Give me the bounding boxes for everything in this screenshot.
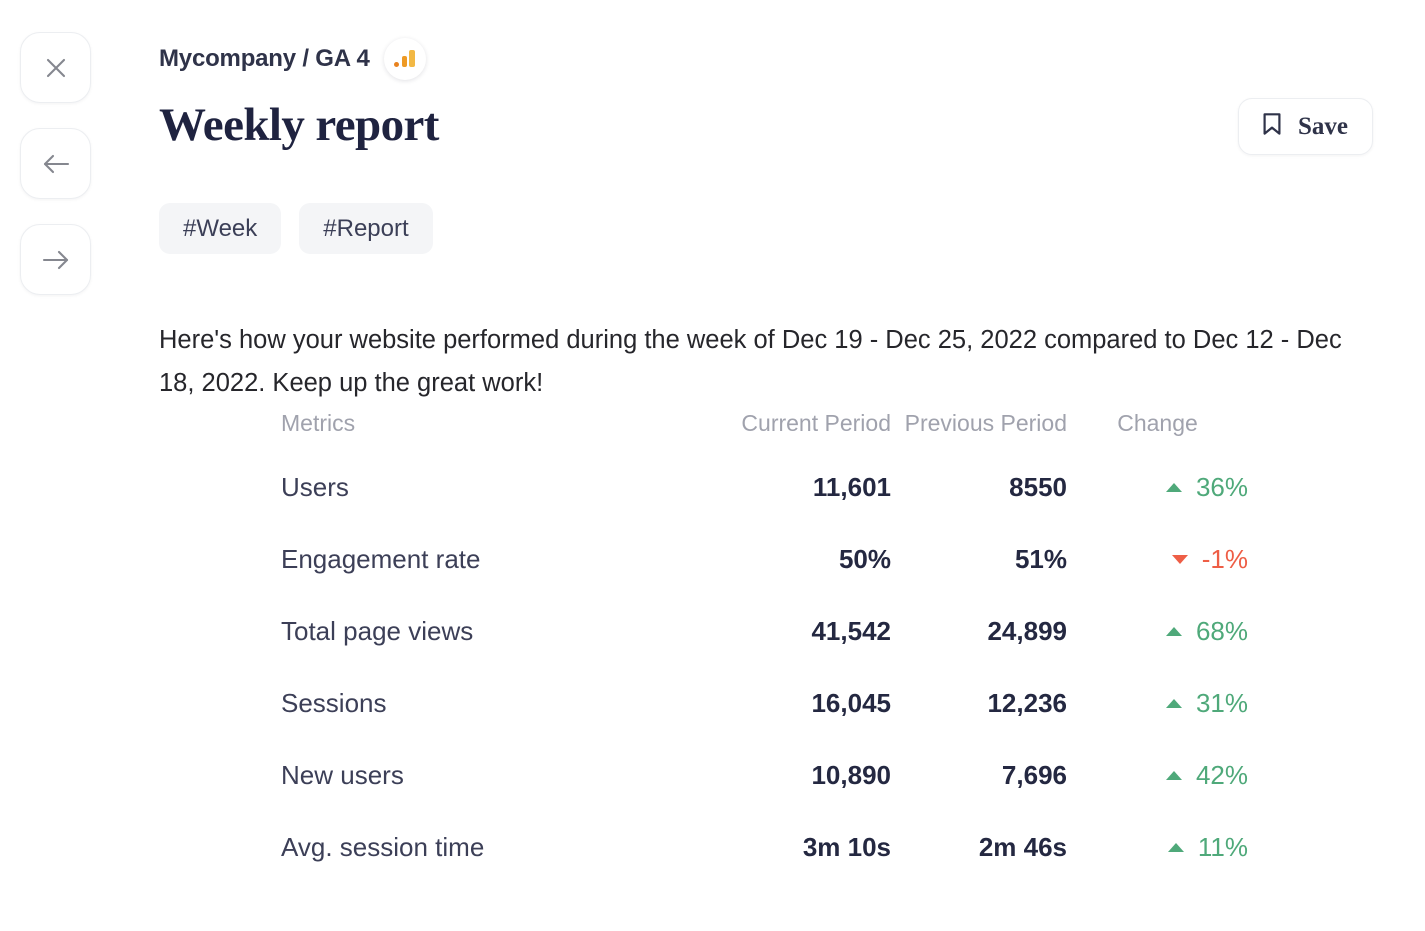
current-value: 11,601 — [711, 452, 891, 524]
trend-down-icon — [1172, 555, 1188, 564]
previous-value: 2m 46s — [891, 812, 1067, 884]
change-cell: -1% — [1067, 524, 1248, 596]
table-row: Avg. session time 3m 10s 2m 46s 11% — [281, 812, 1248, 884]
column-header-previous: Previous Period — [891, 404, 1067, 452]
close-icon — [43, 55, 69, 81]
current-value: 50% — [711, 524, 891, 596]
change-value: 31% — [1196, 688, 1248, 719]
current-value: 16,045 — [711, 668, 891, 740]
close-button[interactable] — [20, 32, 91, 103]
change-cell: 68% — [1067, 596, 1248, 668]
change-value: 36% — [1196, 472, 1248, 503]
table-row: Total page views 41,542 24,899 68% — [281, 596, 1248, 668]
change-value: -1% — [1202, 544, 1248, 575]
metric-label: New users — [281, 740, 711, 812]
page-title: Weekly report — [159, 99, 439, 152]
report-screen: Mycompany / GA 4 Weekly report Save #Wee… — [0, 0, 1425, 931]
table-header-row: Metrics Current Period Previous Period C… — [281, 404, 1248, 452]
trend-up-icon — [1166, 699, 1182, 708]
trend-up-icon — [1166, 627, 1182, 636]
forward-button[interactable] — [20, 224, 91, 295]
metric-label: Total page views — [281, 596, 711, 668]
tag-list: #Week #Report — [159, 203, 433, 254]
column-header-change: Change — [1067, 404, 1248, 452]
change-value: 42% — [1196, 760, 1248, 791]
google-analytics-icon — [384, 38, 426, 80]
back-button[interactable] — [20, 128, 91, 199]
trend-up-icon — [1166, 483, 1182, 492]
save-button-label: Save — [1298, 113, 1348, 141]
bookmark-icon — [1261, 111, 1283, 142]
metric-label: Avg. session time — [281, 812, 711, 884]
breadcrumb-label[interactable]: Mycompany / GA 4 — [159, 45, 370, 73]
change-cell: 11% — [1067, 812, 1248, 884]
trend-up-icon — [1168, 843, 1184, 852]
arrow-right-icon — [41, 247, 71, 273]
previous-value: 12,236 — [891, 668, 1067, 740]
previous-value: 51% — [891, 524, 1067, 596]
save-button[interactable]: Save — [1238, 98, 1373, 155]
change-cell: 42% — [1067, 740, 1248, 812]
arrow-left-icon — [41, 151, 71, 177]
column-header-current: Current Period — [711, 404, 891, 452]
table-row: Engagement rate 50% 51% -1% — [281, 524, 1248, 596]
metric-label: Users — [281, 452, 711, 524]
previous-value: 7,696 — [891, 740, 1067, 812]
change-cell: 36% — [1067, 452, 1248, 524]
tag-report[interactable]: #Report — [299, 203, 432, 254]
navigation-rail — [20, 32, 92, 295]
previous-value: 24,899 — [891, 596, 1067, 668]
previous-value: 8550 — [891, 452, 1067, 524]
current-value: 3m 10s — [711, 812, 891, 884]
ga-bars — [394, 50, 415, 67]
breadcrumb: Mycompany / GA 4 — [159, 38, 426, 80]
metric-label: Engagement rate — [281, 524, 711, 596]
table-row: Sessions 16,045 12,236 31% — [281, 668, 1248, 740]
current-value: 41,542 — [711, 596, 891, 668]
column-header-metrics: Metrics — [281, 404, 711, 452]
change-value: 68% — [1196, 616, 1248, 647]
current-value: 10,890 — [711, 740, 891, 812]
trend-up-icon — [1166, 771, 1182, 780]
intro-paragraph: Here's how your website performed during… — [159, 319, 1359, 405]
table-row: Users 11,601 8550 36% — [281, 452, 1248, 524]
change-value: 11% — [1198, 832, 1248, 863]
change-cell: 31% — [1067, 668, 1248, 740]
metric-label: Sessions — [281, 668, 711, 740]
tag-week[interactable]: #Week — [159, 203, 281, 254]
table-row: New users 10,890 7,696 42% — [281, 740, 1248, 812]
table-body: Users 11,601 8550 36% Engagement rate 50… — [281, 452, 1248, 884]
metrics-table: Metrics Current Period Previous Period C… — [281, 404, 1248, 884]
